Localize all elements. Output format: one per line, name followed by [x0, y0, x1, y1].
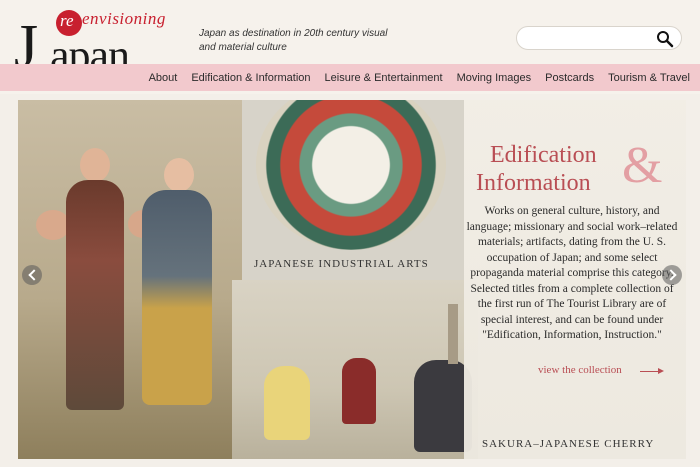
- hero-title-line2: Information: [476, 170, 591, 196]
- logo-top-word: envisioning: [82, 9, 166, 28]
- photo-standing-girl: [342, 358, 376, 424]
- photo-child-1-head: [80, 148, 110, 182]
- hero-description: Works on general culture, history, and l…: [466, 205, 678, 341]
- photo-decorated-plate: [242, 100, 464, 280]
- nav-item-postcards[interactable]: Postcards: [545, 72, 594, 84]
- photo-child-1: [66, 180, 124, 410]
- nav-item-about[interactable]: About: [149, 72, 178, 84]
- search-box: [516, 26, 682, 50]
- photo-baby-1: [36, 210, 70, 240]
- slide-prev-button[interactable]: [22, 265, 42, 285]
- hero-title-ampersand: &: [622, 137, 663, 194]
- photo-child-2-head: [164, 158, 194, 192]
- photo-children-carrying-babies: [18, 100, 242, 459]
- site-tagline: Japan as destination in 20th century vis…: [199, 28, 388, 53]
- photo-child-2: [142, 190, 212, 405]
- nav-item-edification-information[interactable]: Edification & Information: [191, 72, 310, 84]
- photo-kneeling-woman: [264, 366, 310, 440]
- search-icon[interactable]: [655, 29, 675, 49]
- main-nav: About Edification & Information Leisure …: [135, 64, 690, 91]
- image-caption-sakura: SAKURA–JAPANESE CHERRY: [482, 438, 655, 450]
- slide-next-button[interactable]: [662, 265, 682, 285]
- image-caption-industrial-arts: JAPANESE INDUSTRIAL ARTS: [254, 258, 429, 270]
- nav-item-leisure-entertainment[interactable]: Leisure & Entertainment: [325, 72, 443, 84]
- hero-slideshow: JAPANESE INDUSTRIAL ARTS & Edification I…: [18, 100, 686, 459]
- nav-item-moving-images[interactable]: Moving Images: [457, 72, 532, 84]
- photo-pillar: [448, 304, 458, 364]
- logo-prefix: re: [60, 11, 74, 30]
- nav-item-tourism-travel[interactable]: Tourism & Travel: [608, 72, 690, 84]
- search-input[interactable]: [527, 30, 655, 48]
- hero-title-line1: Edification: [490, 142, 597, 168]
- view-collection-link[interactable]: view the collection: [538, 364, 622, 376]
- plate-image: [256, 100, 446, 250]
- arrow-head-icon: [658, 368, 664, 374]
